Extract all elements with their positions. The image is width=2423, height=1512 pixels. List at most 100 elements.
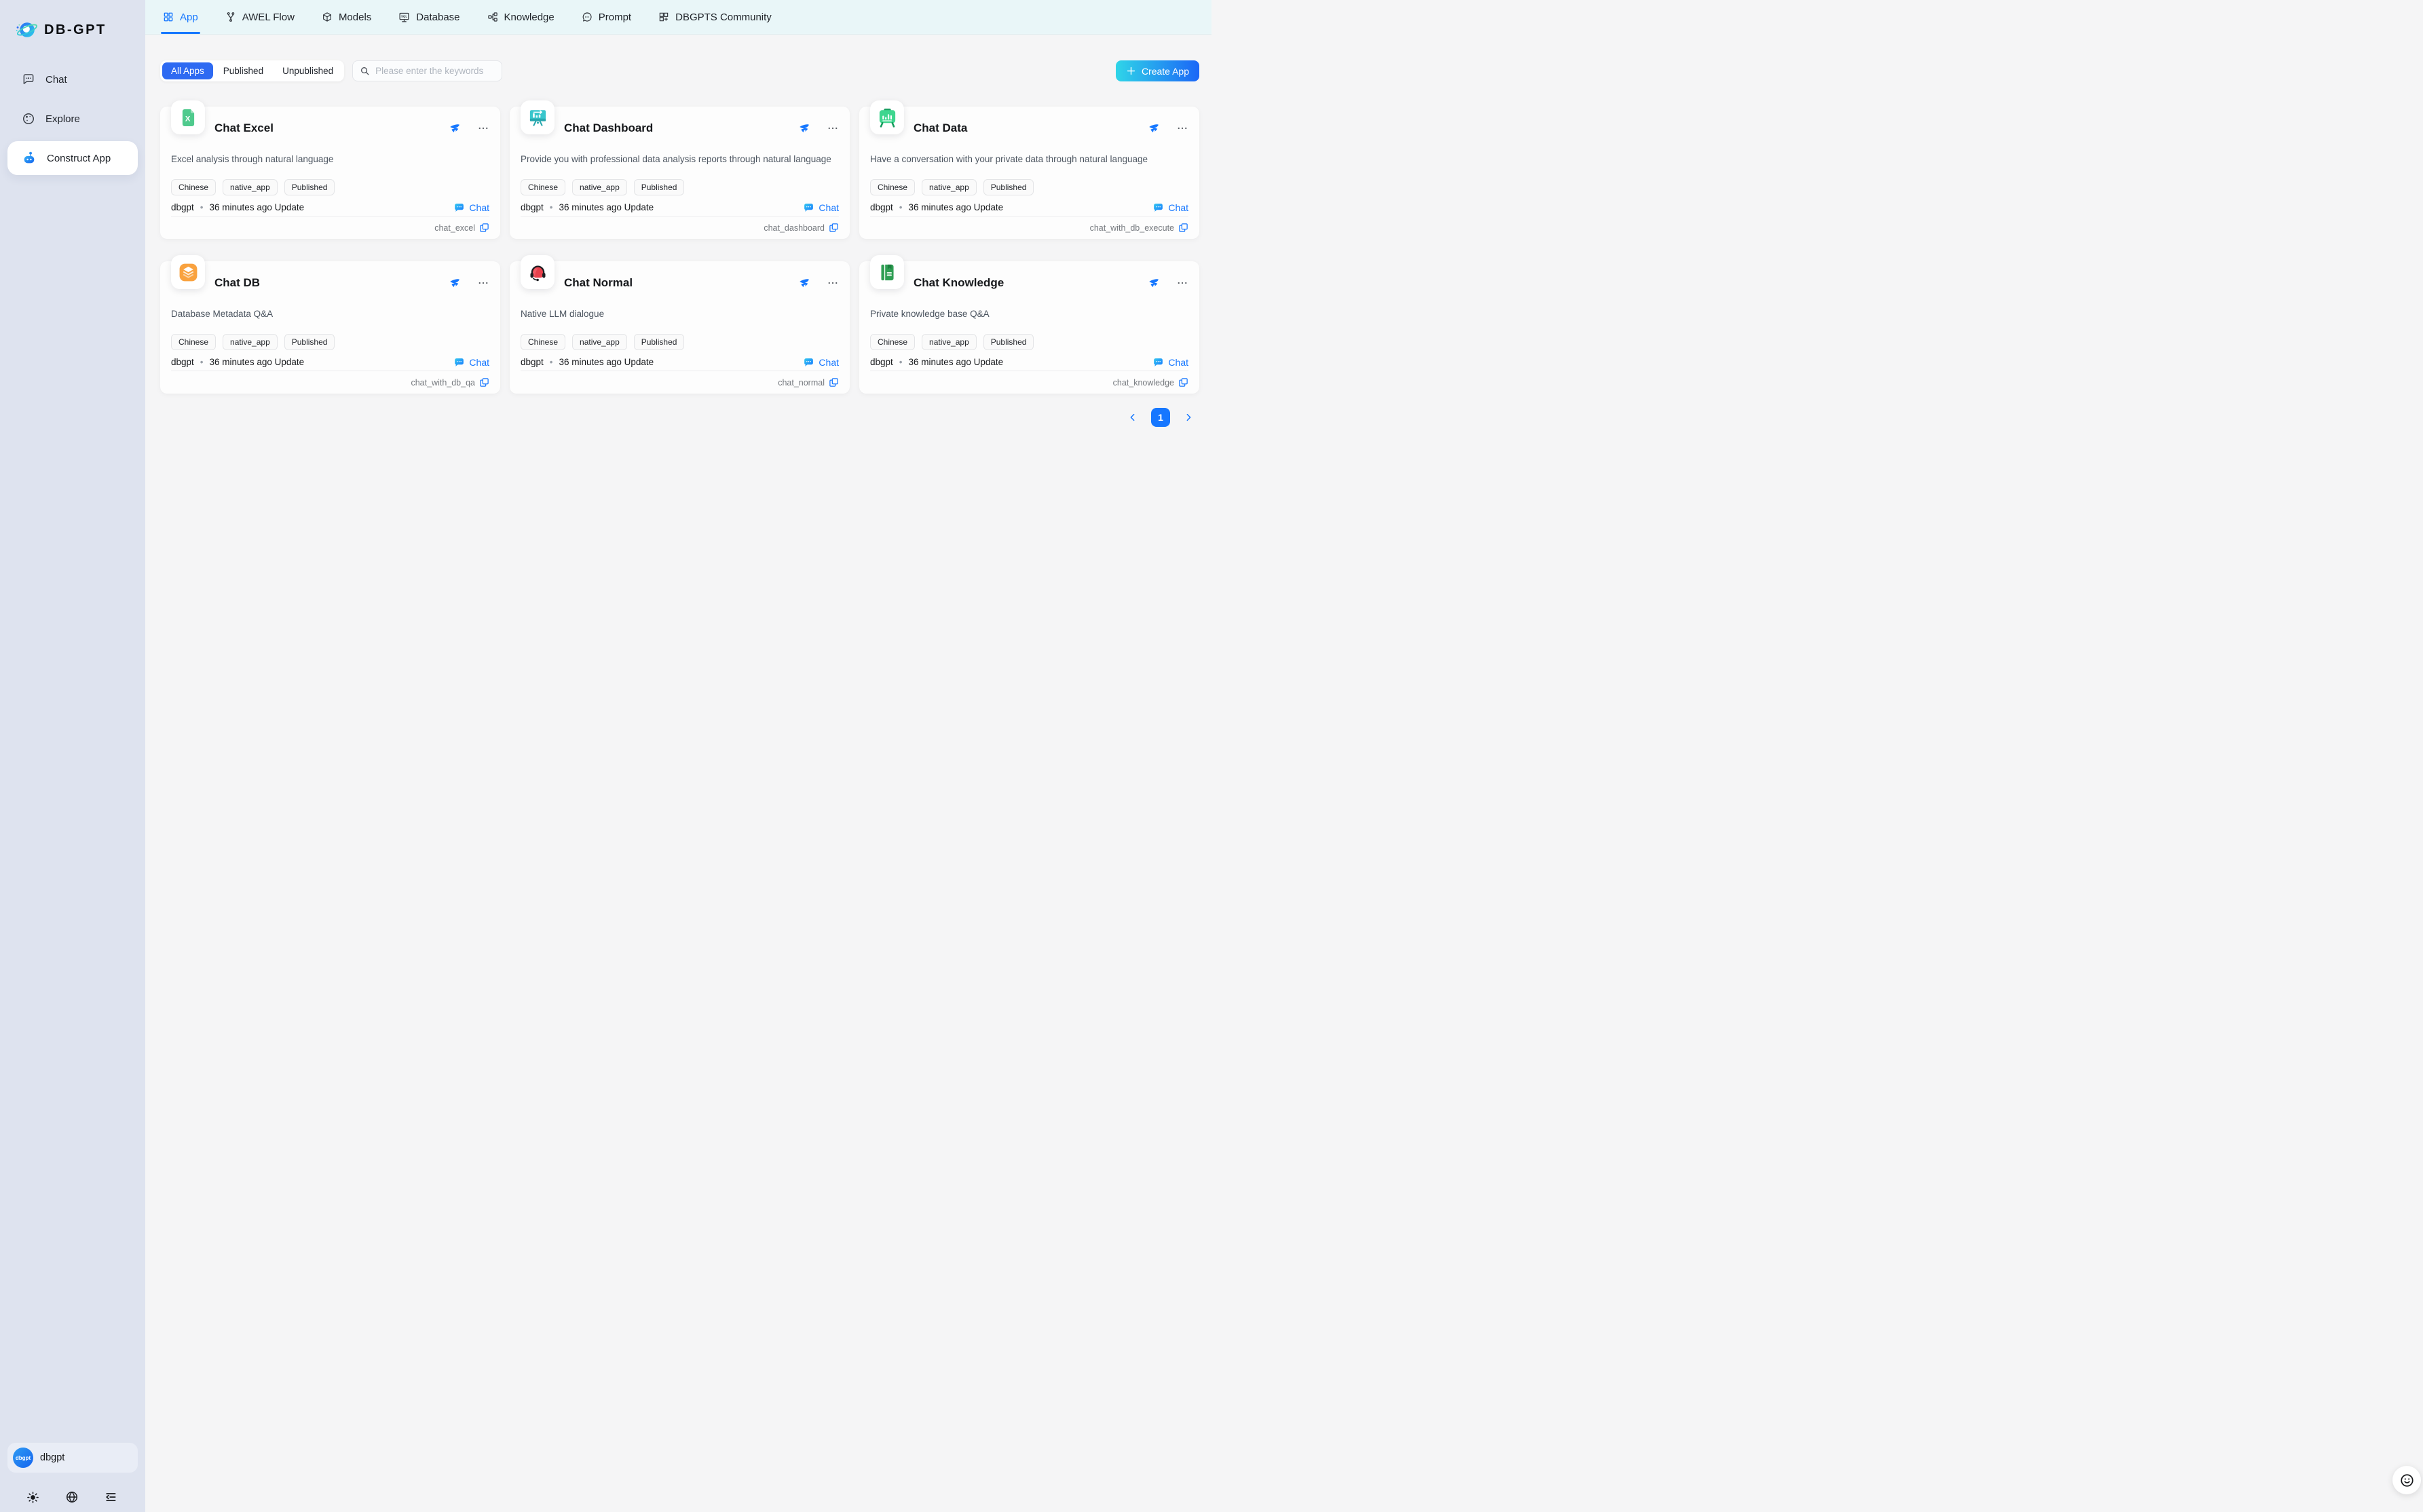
card-actions bbox=[798, 277, 839, 289]
user-chip[interactable]: dbgpt dbgpt bbox=[7, 1443, 138, 1473]
app-updated: 36 minutes ago Update bbox=[210, 201, 305, 214]
data-board-icon bbox=[877, 107, 898, 128]
chat-link[interactable]: Chat bbox=[803, 201, 839, 214]
chat-link-label: Chat bbox=[819, 356, 839, 369]
app-description: Provide you with professional data analy… bbox=[521, 153, 839, 166]
more-menu-icon[interactable] bbox=[827, 122, 839, 134]
tab-app[interactable]: App bbox=[163, 0, 198, 34]
app-icon-tile bbox=[171, 255, 205, 289]
more-menu-icon[interactable] bbox=[477, 277, 489, 289]
card-actions bbox=[1148, 122, 1188, 134]
chat-link[interactable]: Chat bbox=[803, 356, 839, 369]
more-menu-icon[interactable] bbox=[827, 277, 839, 289]
dot-separator bbox=[899, 356, 903, 369]
card-meta: dbgpt 36 minutes ago Update Chat bbox=[870, 201, 1188, 214]
app-owner: dbgpt bbox=[521, 356, 544, 369]
tab-knowledge[interactable]: Knowledge bbox=[487, 0, 555, 34]
dingtalk-icon[interactable] bbox=[1148, 277, 1160, 289]
tab-label: Models bbox=[339, 12, 371, 23]
copy-icon[interactable] bbox=[479, 377, 489, 388]
app-tags: Chinesenative_appPublished bbox=[171, 334, 489, 350]
app-icon-tile bbox=[521, 255, 555, 289]
chat-link-icon bbox=[1152, 202, 1164, 214]
sidebar-bottom: dbgpt dbgpt bbox=[0, 1443, 145, 1512]
avatar: dbgpt bbox=[13, 1448, 33, 1468]
card-footer: chat_with_db_execute bbox=[1090, 222, 1188, 233]
filter-unpublished[interactable]: Unpublished bbox=[274, 62, 342, 79]
tag-published: Published bbox=[284, 334, 335, 350]
copy-icon[interactable] bbox=[479, 223, 489, 233]
app-card-chat-knowledge[interactable]: Chat Knowledge Private knowledge base Q&… bbox=[859, 261, 1199, 394]
chevron-left-icon[interactable] bbox=[1127, 412, 1138, 423]
dingtalk-icon[interactable] bbox=[798, 277, 810, 289]
tab-awel-flow[interactable]: AWEL Flow bbox=[225, 0, 295, 34]
dot-separator bbox=[200, 356, 204, 369]
tab-models[interactable]: Models bbox=[322, 0, 371, 34]
filter-all-apps[interactable]: All Apps bbox=[162, 62, 213, 79]
app-card-chat-db[interactable]: Chat DB Database Metadata Q&A Chinesenat… bbox=[160, 261, 500, 394]
tab-label: Database bbox=[416, 12, 459, 23]
app-title: Chat Knowledge bbox=[914, 276, 1004, 290]
search-box[interactable] bbox=[352, 60, 502, 81]
db-stack-icon bbox=[178, 262, 199, 283]
collapse-sidebar-icon[interactable] bbox=[104, 1490, 117, 1504]
tag-chinese: Chinese bbox=[521, 334, 565, 350]
tab-label: App bbox=[180, 12, 198, 23]
card-header: Chat Knowledge bbox=[914, 261, 1188, 290]
more-menu-icon[interactable] bbox=[1176, 122, 1188, 134]
sidebar-item-chat[interactable]: Chat bbox=[7, 62, 138, 96]
sidebar-item-explore[interactable]: Explore bbox=[7, 102, 138, 136]
tag-chinese: Chinese bbox=[171, 179, 216, 195]
app-tags: Chinesenative_appPublished bbox=[521, 179, 839, 195]
copy-icon[interactable] bbox=[1178, 223, 1188, 233]
tab-database[interactable]: SQL Database bbox=[398, 0, 459, 34]
search-input[interactable] bbox=[375, 66, 495, 76]
app-updated: 36 minutes ago Update bbox=[909, 356, 1004, 369]
app-card-chat-excel[interactable]: X Chat Excel Excel analysis through natu… bbox=[160, 107, 500, 239]
app-title: Chat Excel bbox=[214, 121, 274, 135]
tab-dbgpts-community[interactable]: DBGPTS Community bbox=[658, 0, 772, 34]
card-footer: chat_excel bbox=[434, 222, 489, 233]
tag-native-app: native_app bbox=[922, 334, 977, 350]
app-title: Chat DB bbox=[214, 276, 260, 290]
robot-icon bbox=[22, 151, 37, 166]
more-menu-icon[interactable] bbox=[477, 122, 489, 134]
more-menu-icon[interactable] bbox=[1176, 277, 1188, 289]
dot-separator bbox=[200, 201, 204, 214]
copy-icon[interactable] bbox=[829, 377, 839, 388]
user-name: dbgpt bbox=[40, 1452, 64, 1463]
app-description: Database Metadata Q&A bbox=[171, 307, 489, 320]
create-app-button[interactable]: Create App bbox=[1116, 60, 1199, 81]
copy-icon[interactable] bbox=[1178, 377, 1188, 388]
dingtalk-icon[interactable] bbox=[449, 122, 461, 134]
dingtalk-icon[interactable] bbox=[1148, 122, 1160, 134]
toolbar: All Apps Published Unpublished Create Ap… bbox=[160, 60, 1199, 81]
app-card-chat-dashboard[interactable]: Chat Dashboard Provide you with professi… bbox=[510, 107, 850, 239]
app-title: Chat Normal bbox=[564, 276, 633, 290]
language-globe-icon[interactable] bbox=[65, 1490, 79, 1504]
sidebar-item-label: Construct App bbox=[47, 153, 111, 164]
card-meta: dbgpt 36 minutes ago Update Chat bbox=[521, 201, 839, 214]
tab-prompt[interactable]: Prompt bbox=[582, 0, 631, 34]
dingtalk-icon[interactable] bbox=[798, 122, 810, 134]
card-header: Chat Dashboard bbox=[564, 107, 839, 135]
theme-sun-icon[interactable] bbox=[26, 1491, 39, 1504]
feedback-smiley-button[interactable] bbox=[2392, 1466, 2421, 1494]
app-card-chat-normal[interactable]: Chat Normal Native LLM dialogue Chinesen… bbox=[510, 261, 850, 394]
app-cards-grid: X Chat Excel Excel analysis through natu… bbox=[160, 107, 1199, 394]
chevron-right-icon[interactable] bbox=[1183, 412, 1194, 423]
filter-published[interactable]: Published bbox=[214, 62, 272, 79]
page-number[interactable]: 1 bbox=[1151, 408, 1170, 427]
app-scene-name: chat_with_db_execute bbox=[1090, 223, 1174, 233]
chat-link[interactable]: Chat bbox=[453, 201, 489, 214]
chat-link[interactable]: Chat bbox=[453, 356, 489, 369]
chat-link[interactable]: Chat bbox=[1152, 201, 1188, 214]
card-footer: chat_dashboard bbox=[764, 222, 839, 233]
app-owner: dbgpt bbox=[870, 356, 893, 369]
copy-icon[interactable] bbox=[829, 223, 839, 233]
chat-link[interactable]: Chat bbox=[1152, 356, 1188, 369]
card-actions bbox=[798, 122, 839, 134]
dingtalk-icon[interactable] bbox=[449, 277, 461, 289]
sidebar-item-construct-app[interactable]: Construct App bbox=[7, 141, 138, 175]
app-card-chat-data[interactable]: Chat Data Have a conversation with your … bbox=[859, 107, 1199, 239]
